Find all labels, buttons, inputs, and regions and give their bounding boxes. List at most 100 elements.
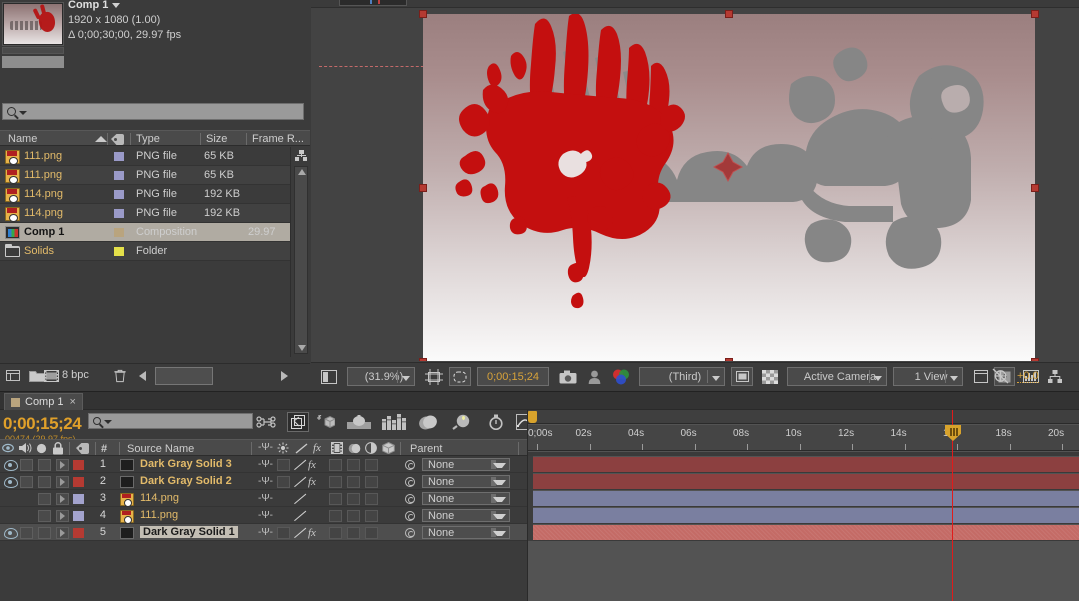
layer-shy-switch[interactable]: -Ψ- bbox=[258, 510, 273, 521]
layer-duration-bar[interactable] bbox=[533, 508, 1079, 523]
selection-handle-mid-left[interactable] bbox=[419, 184, 427, 192]
selection-handle-bottom-left[interactable] bbox=[419, 358, 427, 361]
layer-audio-toggle[interactable] bbox=[20, 527, 33, 539]
work-area-start-handle[interactable] bbox=[528, 411, 537, 423]
timeline-layer-row[interactable]: 4 111.png -Ψ- None bbox=[0, 507, 527, 524]
motion-blur-icon[interactable] bbox=[345, 412, 373, 432]
layer-visibility-eye-icon[interactable] bbox=[4, 528, 18, 539]
project-item-row[interactable]: Comp 1 Composition 29.97 bbox=[0, 223, 290, 242]
selection-handle-top-left[interactable] bbox=[419, 10, 427, 18]
parent-pickwhip-icon[interactable] bbox=[405, 528, 415, 538]
chevron-down-icon[interactable] bbox=[19, 111, 27, 115]
take-snapshot-icon[interactable] bbox=[557, 367, 579, 386]
parent-pickwhip-icon[interactable] bbox=[405, 494, 415, 504]
selection-handle-bottom-right[interactable] bbox=[1031, 358, 1039, 361]
layer-source-name[interactable]: 111.png bbox=[140, 509, 178, 521]
layer-shy-switch[interactable]: -Ψ- bbox=[258, 493, 273, 504]
sort-ascending-icon[interactable] bbox=[95, 136, 107, 142]
project-item-label-swatch[interactable] bbox=[114, 247, 124, 256]
show-snapshot-icon[interactable] bbox=[583, 367, 605, 386]
interpret-footage-icon[interactable] bbox=[6, 369, 22, 383]
project-vertical-scrollbar[interactable] bbox=[294, 166, 308, 354]
project-item-label-swatch[interactable] bbox=[114, 190, 124, 199]
timeline-current-time[interactable]: 0;00;15;24 bbox=[3, 414, 82, 434]
column-header-type[interactable]: Type bbox=[136, 133, 160, 145]
comp-flowchart-icon[interactable] bbox=[1044, 367, 1066, 386]
layer-source-name[interactable]: 114.png bbox=[140, 492, 179, 504]
layer-parent-dropdown[interactable]: None bbox=[422, 475, 510, 488]
layer-frame-blend-switch[interactable] bbox=[329, 476, 342, 488]
timeline-layer-row[interactable]: 3 114.png -Ψ- None bbox=[0, 490, 527, 507]
layer-effects-indicator[interactable]: fx bbox=[308, 476, 316, 488]
timeline-layer-row[interactable]: 5 Dark Gray Solid 1 -Ψ-fx None bbox=[0, 524, 527, 541]
layer-expand-triangle-icon[interactable] bbox=[60, 495, 65, 503]
layer-label-color[interactable] bbox=[73, 460, 84, 470]
project-item-row[interactable]: 114.png PNG file 192 KB bbox=[0, 204, 290, 223]
comp-title-row[interactable]: Comp 1 bbox=[68, 0, 181, 13]
layer-expand-triangle-icon[interactable] bbox=[60, 512, 65, 520]
label-tag-icon[interactable] bbox=[111, 134, 124, 145]
transparency-grid-icon[interactable] bbox=[759, 367, 781, 386]
layer-label-color[interactable] bbox=[73, 528, 84, 538]
layer-duration-bar[interactable] bbox=[533, 474, 1079, 489]
layer-collapse-switch[interactable] bbox=[277, 476, 290, 488]
close-icon[interactable]: × bbox=[70, 396, 76, 408]
channel-rgb-icon[interactable] bbox=[609, 367, 633, 386]
exposure-value[interactable]: +0.0 bbox=[1017, 370, 1039, 383]
view-layout-dropdown[interactable]: 1 View bbox=[893, 367, 963, 386]
composition-mini-flowchart-icon[interactable] bbox=[255, 412, 277, 432]
parent-pickwhip-icon[interactable] bbox=[405, 460, 415, 470]
selection-handle-bottom-center[interactable] bbox=[725, 358, 733, 361]
layer-source-name[interactable]: Dark Gray Solid 3 bbox=[140, 458, 232, 470]
scroll-up-arrow-icon[interactable] bbox=[298, 169, 306, 175]
layer-collapse-switch[interactable] bbox=[277, 459, 290, 471]
layer-motion-blur-switch[interactable] bbox=[347, 476, 360, 488]
column-header-size[interactable]: Size bbox=[206, 133, 227, 145]
project-item-row[interactable]: Solids Folder bbox=[0, 242, 290, 261]
layer-3d-switch[interactable] bbox=[365, 493, 378, 505]
parent-pickwhip-icon[interactable] bbox=[405, 477, 415, 487]
scroll-down-arrow-icon[interactable] bbox=[298, 345, 306, 351]
layer-collapse-switch[interactable] bbox=[277, 527, 290, 539]
zoom-level-dropdown[interactable]: (31.9%) bbox=[347, 367, 415, 386]
layer-quality-switch[interactable] bbox=[295, 494, 307, 505]
layer-frame-blend-switch[interactable] bbox=[329, 493, 342, 505]
delete-trash-icon[interactable] bbox=[113, 369, 127, 383]
new-3d-layer-icon[interactable] bbox=[315, 412, 337, 432]
column-header-number[interactable]: # bbox=[101, 443, 107, 455]
project-item-row[interactable]: 111.png PNG file 65 KB bbox=[0, 147, 290, 166]
viewer-tab-stub[interactable] bbox=[339, 0, 407, 6]
camera-view-dropdown[interactable]: Active Camera bbox=[787, 367, 887, 386]
layer-source-name[interactable]: Dark Gray Solid 2 bbox=[140, 475, 232, 487]
layer-parent-dropdown[interactable]: None bbox=[422, 492, 510, 505]
always-preview-icon[interactable] bbox=[319, 367, 339, 386]
chevron-down-icon[interactable] bbox=[104, 420, 112, 424]
draft-3d-icon[interactable] bbox=[287, 412, 309, 432]
layer-effects-indicator[interactable]: fx bbox=[308, 527, 316, 539]
layer-motion-blur-switch[interactable] bbox=[347, 493, 360, 505]
graph-editor-lamp-icon[interactable] bbox=[450, 412, 476, 432]
layer-parent-dropdown[interactable]: None bbox=[422, 458, 510, 471]
layer-effects-indicator[interactable]: fx bbox=[308, 459, 316, 471]
layer-duration-bar[interactable] bbox=[533, 491, 1079, 506]
layer-label-color[interactable] bbox=[73, 511, 84, 521]
layer-source-name[interactable]: Dark Gray Solid 1 bbox=[140, 526, 238, 538]
layer-shy-switch[interactable]: -Ψ- bbox=[258, 459, 273, 470]
layer-label-color[interactable] bbox=[73, 494, 84, 504]
timeline-search-input[interactable] bbox=[88, 413, 253, 429]
region-of-interest-icon[interactable] bbox=[449, 367, 471, 386]
selection-handle-mid-right[interactable] bbox=[1031, 184, 1039, 192]
layer-parent-dropdown[interactable]: None bbox=[422, 526, 510, 539]
layer-expand-triangle-icon[interactable] bbox=[60, 529, 65, 537]
layer-solo-toggle[interactable] bbox=[38, 476, 51, 488]
layer-motion-blur-switch[interactable] bbox=[347, 527, 360, 539]
timer-icon[interactable] bbox=[483, 412, 509, 432]
pixel-aspect-correction-icon[interactable] bbox=[971, 367, 991, 386]
column-header-framerate[interactable]: Frame R... bbox=[252, 133, 304, 145]
layer-frame-blend-switch[interactable] bbox=[329, 510, 342, 522]
layer-quality-switch[interactable] bbox=[295, 511, 307, 522]
layer-visibility-eye-icon[interactable] bbox=[4, 477, 18, 488]
chevron-down-icon[interactable] bbox=[112, 2, 121, 8]
composition-canvas[interactable] bbox=[419, 10, 1039, 361]
timeline-tab-comp1[interactable]: Comp 1 × bbox=[4, 393, 83, 410]
